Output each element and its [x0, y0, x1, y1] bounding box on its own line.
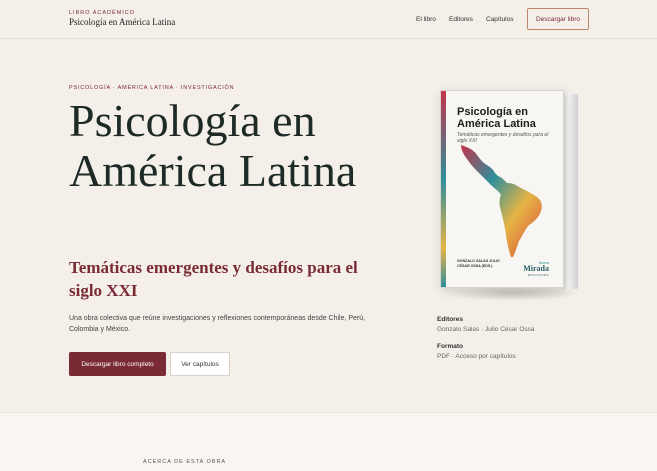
publisher-logo: Nueva Mirada EDICIONES [519, 261, 549, 277]
publisher-name: Mirada [523, 264, 549, 273]
publisher-tag: EDICIONES [527, 273, 549, 277]
nav-link-el-libro[interactable]: El libro [416, 16, 436, 23]
format-label: Formato [437, 343, 463, 350]
editors-label: Editores [437, 316, 464, 323]
book-cover-mockup: Psicología en América Latina Temáticas e… [440, 90, 578, 301]
book-cover: Psicología en América Latina Temáticas e… [440, 90, 564, 288]
book-pages [562, 94, 578, 289]
nav-link-capitulos[interactable]: Capítulos [486, 16, 513, 23]
download-full-book-button[interactable]: Descargar libro completo [69, 352, 166, 376]
nav-link-editores[interactable]: Editores [449, 16, 473, 23]
hero-title: Psicología en América Latina [69, 95, 357, 196]
hero-description: Una obra colectiva que reúne investigaci… [69, 315, 366, 333]
view-chapters-button[interactable]: Ver capítulos [170, 352, 230, 376]
hero-subtitle: Temáticas emergentes y desafíos para el … [69, 258, 358, 300]
hero-kicker: PSICOLOGÍA · AMÉRICA LATINA · INVESTIGAC… [69, 85, 235, 91]
book-cover-authors: GONZALO SALAS JULIO CÉSAR OSSA (EDS.) [457, 259, 500, 268]
book-spine [441, 91, 446, 287]
header-download-button[interactable]: Descargar libro [527, 8, 589, 30]
about-kicker: ACERCA DE ESTA OBRA [143, 459, 227, 465]
editors-value: Gonzalo Salas · Julio César Ossa [437, 326, 535, 333]
about-section [0, 413, 657, 471]
brand-kicker: LIBRO ACADÉMICO [69, 10, 136, 16]
brand-title[interactable]: Psicología en América Latina [69, 17, 175, 27]
site-header: LIBRO ACADÉMICO Psicología en América La… [0, 0, 657, 39]
format-value: PDF · Acceso por capítulos [437, 353, 516, 360]
book-cover-title: Psicología en América Latina [457, 106, 536, 130]
latin-america-map-icon [461, 145, 542, 257]
